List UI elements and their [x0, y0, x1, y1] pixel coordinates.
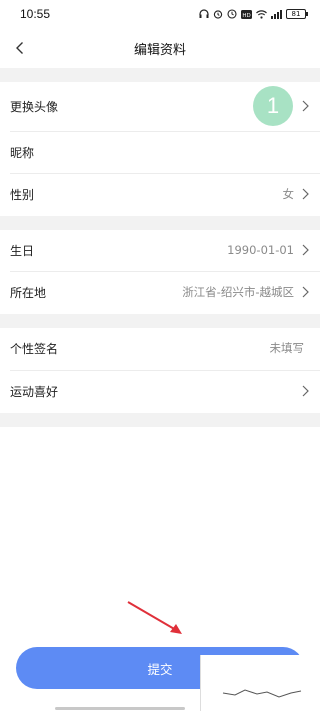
status-icons: HD 81: [199, 9, 308, 19]
wifi-icon: [256, 9, 267, 19]
gender-row[interactable]: 性别 女: [0, 174, 320, 214]
nav-bar: 编辑资料: [0, 28, 320, 68]
section-gap: [0, 314, 320, 328]
nickname-row[interactable]: 昵称: [0, 132, 320, 172]
location-label: 所在地: [10, 285, 47, 300]
avatar: 1: [253, 86, 293, 126]
signal-icon: [271, 9, 282, 19]
alarm-icon: [213, 9, 223, 19]
section-gap: [0, 216, 320, 230]
sports-row[interactable]: 运动喜好: [0, 371, 320, 411]
chevron-right-icon: [300, 243, 310, 257]
gender-label: 性别: [10, 187, 35, 202]
chevron-right-icon: [300, 187, 310, 201]
chevron-right-icon: [300, 99, 310, 113]
hd-icon: HD: [241, 9, 252, 19]
signature-row[interactable]: 个性签名 未填写: [0, 328, 320, 368]
signature-label: 个性签名: [10, 341, 59, 356]
home-indicator: [55, 707, 185, 710]
birthday-value: 1990-01-01: [227, 243, 294, 257]
section-gap: [0, 68, 320, 82]
chevron-right-icon: [300, 384, 310, 398]
birthday-label: 生日: [10, 243, 35, 258]
chevron-left-icon: [16, 42, 23, 54]
page-title: 编辑资料: [133, 42, 186, 58]
clock-icon: [227, 9, 237, 19]
nickname-label: 昵称: [10, 145, 35, 160]
thumbnail-graph-icon: [222, 689, 302, 698]
back-button[interactable]: [8, 36, 32, 60]
edit-profile-screen: 10:55 HD 81 编辑资料 更换头像 1 昵称 性别 女 生日 1990-…: [0, 0, 320, 711]
floating-thumbnail: [200, 655, 320, 711]
svg-text:HD: HD: [242, 12, 250, 18]
chevron-right-icon: [300, 285, 310, 299]
battery-indicator: 81: [286, 9, 308, 19]
change-avatar-label: 更换头像: [10, 99, 59, 114]
status-time: 10:55: [20, 7, 51, 21]
change-avatar-row[interactable]: 更换头像 1: [0, 82, 320, 130]
location-row[interactable]: 所在地 浙江省-绍兴市-越城区: [0, 272, 320, 312]
annotation-arrow-icon: [127, 601, 182, 634]
location-value: 浙江省-绍兴市-越城区: [182, 285, 294, 299]
gender-value: 女: [282, 187, 295, 201]
submit-label: 提交: [147, 661, 173, 677]
sports-label: 运动喜好: [10, 384, 59, 399]
status-bar: 10:55 HD 81: [0, 0, 320, 28]
section-gap: [0, 413, 320, 427]
signature-value: 未填写: [269, 341, 305, 355]
birthday-row[interactable]: 生日 1990-01-01: [0, 230, 320, 270]
headphones-icon: [199, 9, 209, 19]
